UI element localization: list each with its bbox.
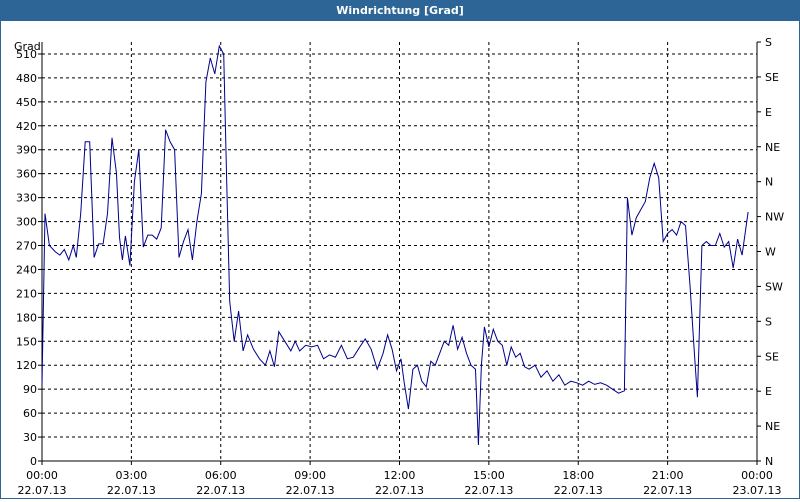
x-tick-date-label: 23.07.13 <box>733 484 782 497</box>
right-tick-label: E <box>765 385 772 398</box>
y-tick-label: 330 <box>16 192 37 205</box>
x-tick-time-label: 18:00 <box>562 469 594 482</box>
x-tick-date-label: 22.07.13 <box>286 484 335 497</box>
right-tick-label: N <box>765 455 773 468</box>
wind-direction-chart: 0 30 60 90 120 150 180 210 240 270 300 330 360 390 420… <box>14 36 784 497</box>
y-tick-label: 30 <box>23 431 37 444</box>
y-tick-label: 180 <box>16 311 37 324</box>
right-tick-label: NE <box>765 141 780 154</box>
chart-title: Windrichtung [Grad] <box>0 0 800 21</box>
y-tick-label: 390 <box>16 144 37 157</box>
y-tick-label: 150 <box>16 335 37 348</box>
x-tick-date-label: 22.07.13 <box>18 484 67 497</box>
chart-frame: 0 30 60 90 120 150 180 210 240 270 300 330 360 390 420… <box>0 21 800 499</box>
y-tick-label: 120 <box>16 359 37 372</box>
x-tick-time-label: 03:00 <box>116 469 148 482</box>
y-tick-label: 90 <box>23 383 37 396</box>
right-tick-label: SW <box>765 280 783 293</box>
y-tick-label: 60 <box>23 407 37 420</box>
x-axis-tick-labels: 00:00 22.07.13 03:00 22.07.13 06:00 22.07.13 0… <box>18 469 782 497</box>
x-tick-time-label: 21:00 <box>652 469 684 482</box>
right-tick-label: E <box>765 106 772 119</box>
y-tick-label: 0 <box>30 455 37 468</box>
x-tick-time-label: 06:00 <box>205 469 237 482</box>
y-tick-label: 240 <box>16 263 37 276</box>
x-tick-date-label: 22.07.13 <box>375 484 424 497</box>
y-tick-label: 210 <box>16 287 37 300</box>
right-tick-label: NW <box>765 211 784 224</box>
y-tick-label: 270 <box>16 240 37 253</box>
x-tick-time-label: 12:00 <box>384 469 416 482</box>
y-tick-label: 480 <box>16 72 37 85</box>
x-tick-date-label: 22.07.13 <box>643 484 692 497</box>
y-tick-label: 450 <box>16 96 37 109</box>
right-tick-label: S <box>765 36 772 49</box>
x-tick-time-label: 00:00 <box>741 469 773 482</box>
grid-lines <box>42 42 757 461</box>
x-tick-time-label: 00:00 <box>26 469 58 482</box>
x-tick-time-label: 09:00 <box>294 469 326 482</box>
y-tick-label: 360 <box>16 168 37 181</box>
y-tick-label: 300 <box>16 216 37 229</box>
right-tick-label: N <box>765 176 773 189</box>
x-tick-date-label: 22.07.13 <box>464 484 513 497</box>
right-tick-label: SE <box>765 350 779 363</box>
right-axis-tick-labels: N NE E SE S SW W NW N NE E SE S <box>765 36 784 468</box>
x-tick-date-label: 22.07.13 <box>107 484 156 497</box>
right-tick-label: W <box>765 246 776 259</box>
right-tick-label: SE <box>765 71 779 84</box>
y-tick-label: 420 <box>16 120 37 133</box>
x-tick-time-label: 15:00 <box>473 469 505 482</box>
x-tick-date-label: 22.07.13 <box>554 484 603 497</box>
y-axis-label: Grad <box>14 40 41 53</box>
right-tick-label: S <box>765 315 772 328</box>
y-axis-tick-labels: 0 30 60 90 120 150 180 210 240 270 300 330 360 390 420… <box>16 48 37 468</box>
x-tick-date-label: 22.07.13 <box>196 484 245 497</box>
right-tick-label: NE <box>765 420 780 433</box>
